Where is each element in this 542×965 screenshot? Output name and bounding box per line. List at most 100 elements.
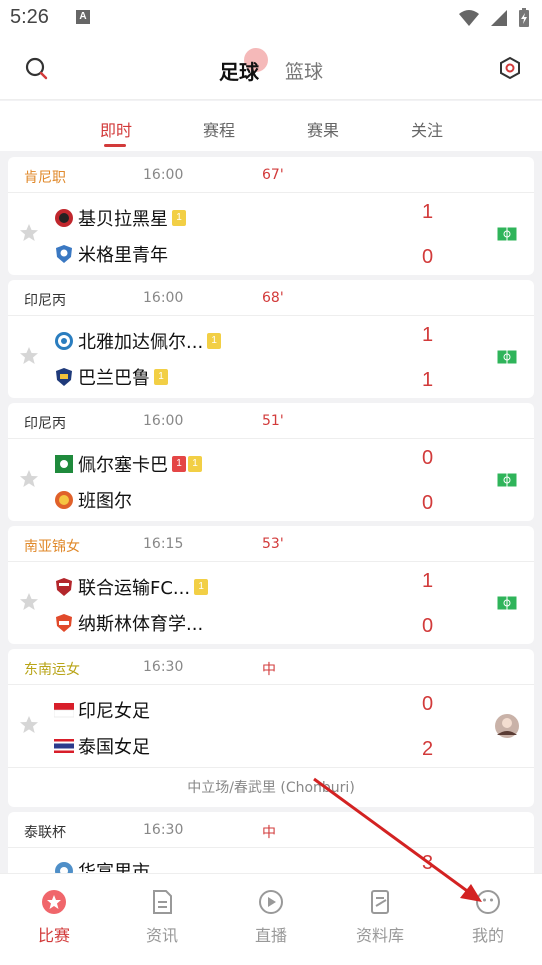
nav-label: 资料库 <box>355 926 404 945</box>
status-time: 5:26 <box>10 6 49 28</box>
live-field-icon[interactable] <box>496 226 518 242</box>
nav-label: 我的 <box>471 926 504 945</box>
nav-label: 直播 <box>254 926 287 945</box>
kickoff-time: 16:15 <box>143 536 184 552</box>
tab-football[interactable]: 足球 <box>219 56 259 85</box>
kickoff-time: 16:00 <box>143 290 184 306</box>
team-name: 印尼女足 <box>78 701 150 722</box>
home-team: 佩尔塞卡巴 1 1 <box>54 451 202 477</box>
team-name: 巴兰巴鲁 <box>78 368 150 389</box>
venue-info: 中立场/春武里 (Chonburi) <box>8 767 534 807</box>
away-team: 泰国女足 <box>54 733 150 759</box>
match-status: 中 <box>262 662 276 678</box>
home-score: 1 <box>422 324 434 346</box>
away-score: 0 <box>422 492 434 514</box>
match-card[interactable]: 肯尼职 16:00 67' 基贝拉黑星 1 米格里青年 1 0 <box>8 157 534 275</box>
subtab-follow[interactable]: 关注 <box>411 117 443 141</box>
favorite-star-icon[interactable] <box>19 592 39 612</box>
live-icon <box>259 890 283 914</box>
team-logo-icon <box>55 455 73 473</box>
team-logo-icon <box>56 245 72 263</box>
nav-item-profile[interactable]: 我的 <box>448 888 528 946</box>
battery-icon <box>519 8 529 27</box>
league-name: 印尼丙 <box>24 293 66 309</box>
database-icon <box>371 890 389 914</box>
tab-basketball[interactable]: 篮球 <box>285 57 323 84</box>
match-icon <box>42 890 66 914</box>
nav-item-live[interactable]: 直播 <box>231 888 311 946</box>
top-bar: 足球 篮球 <box>0 36 542 100</box>
nav-item-news[interactable]: 资讯 <box>122 888 202 946</box>
away-score: 1 <box>422 369 434 391</box>
streamer-avatar[interactable] <box>494 713 520 739</box>
subtab-results[interactable]: 赛果 <box>307 117 339 141</box>
system-icons <box>458 8 530 28</box>
yellow-card-badge: 1 <box>154 369 168 385</box>
live-field-icon[interactable] <box>496 472 518 488</box>
league-name: 印尼丙 <box>24 416 66 432</box>
match-card[interactable]: 东南运女 16:30 中 印尼女足 泰国女足 0 2 中立场/春武里 (Chon… <box>8 649 534 807</box>
match-header: 东南运女 16:30 中 <box>8 649 534 685</box>
match-minute: 53' <box>262 536 284 552</box>
kickoff-time: 16:30 <box>143 822 184 838</box>
team-name: 纳斯林体育学... <box>78 614 204 635</box>
nav-item-match[interactable]: 比赛 <box>14 888 94 946</box>
match-card[interactable]: 印尼丙 16:00 51' 佩尔塞卡巴 1 1 班图尔 0 0 <box>8 403 534 521</box>
away-team: 班图尔 <box>54 487 132 513</box>
team-name: 联合运输FC... <box>78 578 191 599</box>
match-header: 泰联杯 16:30 中 <box>8 812 534 848</box>
live-field-icon[interactable] <box>496 595 518 611</box>
wifi-icon <box>459 10 479 26</box>
team-name: 泰国女足 <box>78 737 150 758</box>
yellow-card-badge: 1 <box>207 333 222 349</box>
match-card[interactable]: 印尼丙 16:00 68' 北雅加达佩尔... 1 巴兰巴鲁 1 1 1 <box>8 280 534 398</box>
team-logo-icon <box>56 578 72 596</box>
sub-tabs: 即时 赛程 赛果 关注 <box>0 101 542 151</box>
home-score: 1 <box>422 570 434 592</box>
team-logo-icon <box>56 368 72 386</box>
favorite-star-icon[interactable] <box>19 223 39 243</box>
subtab-live[interactable]: 即时 <box>100 117 132 141</box>
match-card[interactable]: 泰联杯 16:30 中 华富里市 3 <box>8 812 534 882</box>
kickoff-time: 16:00 <box>143 413 184 429</box>
live-field-icon[interactable] <box>496 349 518 365</box>
away-score: 2 <box>422 738 434 760</box>
team-name: 北雅加达佩尔... <box>78 332 204 353</box>
home-team: 基贝拉黑星 1 <box>54 205 186 231</box>
favorite-star-icon[interactable] <box>19 346 39 366</box>
home-score: 0 <box>422 693 434 715</box>
home-team: 联合运输FC... 1 <box>54 574 209 600</box>
nav-item-database[interactable]: 资料库 <box>340 888 420 946</box>
match-header: 南亚锦女 16:15 53' <box>8 526 534 562</box>
search-icon[interactable] <box>24 56 48 80</box>
favorite-star-icon[interactable] <box>19 715 39 735</box>
nav-label: 资讯 <box>145 926 178 945</box>
match-header: 印尼丙 16:00 68' <box>8 280 534 316</box>
league-name: 南亚锦女 <box>24 539 80 555</box>
subtab-underline <box>104 144 126 147</box>
favorite-star-icon[interactable] <box>19 469 39 489</box>
yellow-card-badge: 1 <box>188 456 202 472</box>
match-card[interactable]: 南亚锦女 16:15 53' 联合运输FC... 1 纳斯林体育学... 1 0 <box>8 526 534 644</box>
home-score: 0 <box>422 447 434 469</box>
notification-icon: A <box>76 10 90 24</box>
subtab-schedule[interactable]: 赛程 <box>203 117 235 141</box>
away-score: 0 <box>422 246 434 268</box>
team-name: 米格里青年 <box>78 245 168 266</box>
indonesia-flag-icon <box>54 703 74 718</box>
team-name: 基贝拉黑星 <box>78 209 168 230</box>
team-name: 佩尔塞卡巴 <box>78 455 168 476</box>
yellow-card-badge: 1 <box>194 579 209 595</box>
red-card-badge: 1 <box>172 456 186 472</box>
match-minute: 68' <box>262 290 284 306</box>
kickoff-time: 16:00 <box>143 167 184 183</box>
league-name: 东南运女 <box>24 662 80 678</box>
profile-icon <box>476 890 500 914</box>
bottom-nav: 比赛 资讯 直播 资料库 我的 <box>0 873 542 965</box>
settings-icon[interactable] <box>498 56 522 80</box>
team-logo-icon <box>55 491 73 509</box>
status-bar: 5:26 A <box>0 0 542 36</box>
team-logo-icon <box>55 332 73 350</box>
home-score: 1 <box>422 201 434 223</box>
nav-label: 比赛 <box>37 926 70 945</box>
